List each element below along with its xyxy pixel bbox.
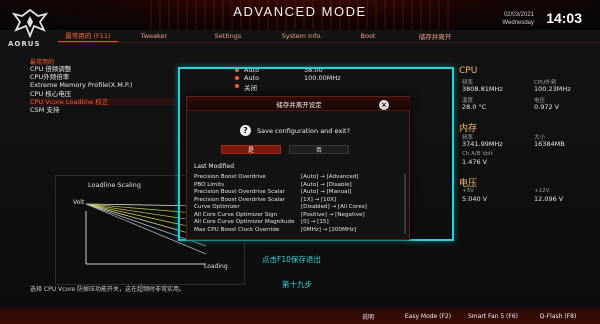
save-exit-dialog: 储存并离开设定 × ? Save configuration and exit?… xyxy=(186,96,411,240)
cpu-volt-label: 电压 xyxy=(534,98,546,104)
smart-fan-button[interactable]: Smart Fan 5 (F6) xyxy=(462,310,524,322)
mem-ab-value: 1.476 V xyxy=(462,158,488,166)
list-item: All Core Curve Optimizer Magnitude [0] → … xyxy=(194,219,329,225)
mem-freq-label: 频率 xyxy=(462,135,474,141)
tab-boot[interactable]: Boot xyxy=(340,29,396,42)
dialog-question: Save configuration and exit? xyxy=(257,127,351,135)
list-item-loadline[interactable]: CPU Vcore Loadline 校正 xyxy=(30,97,175,106)
weekday-text: Wednesday xyxy=(502,20,534,26)
last-modified-heading: Last Modified xyxy=(194,163,235,170)
cpu-temp-label: 温度 xyxy=(462,98,474,104)
tab-save-exit[interactable]: 储存并离开 xyxy=(400,29,470,42)
close-icon[interactable]: × xyxy=(379,100,389,110)
cpu-volt-value: 0.972 V xyxy=(534,103,560,111)
mem-row-1: 频率 3741.99MHz 大小 16384MB xyxy=(459,133,600,151)
graph-ylabel: Volt xyxy=(73,199,85,206)
yes-button[interactable]: 是 xyxy=(221,145,281,154)
caption-step: 第十九步 xyxy=(282,280,312,289)
date-display: 02/03/2021 Wednesday xyxy=(502,11,534,27)
list-item: PBO Limits [Auto] → [Disable] xyxy=(194,181,352,188)
cpu-bclk-label: CPU外频 xyxy=(534,80,557,86)
cpu-row-2: 温度 28.0 °C 电压 0.972 V xyxy=(459,96,600,121)
mem-row-2: Ch A/B Volt 1.476 V xyxy=(459,151,600,176)
cpu-row-1: 频率 3808.81MHz CPU外频 100.23MHz xyxy=(459,78,600,96)
tab-favorites[interactable]: 最常用的 (F11) xyxy=(58,29,118,42)
dialog-scrollbar[interactable] xyxy=(404,174,406,234)
hardware-monitor: CPU 频率 3808.81MHz CPU外频 100.23MHz 温度 28.0 °… xyxy=(459,66,600,205)
qflash-button[interactable]: Q-Flash (F8) xyxy=(530,310,586,322)
question-icon: ? xyxy=(240,125,251,136)
voltage-heading: 电压 xyxy=(459,179,478,189)
list-item: Precision Boost Overdrive Scalar [1X] → [… xyxy=(194,196,337,203)
help-text: 选择 CPU Vcore 防掉压功能开关，这在超频时非常实用。 xyxy=(30,286,186,293)
tab-underline xyxy=(58,42,600,43)
p12-label: +12V xyxy=(534,188,550,194)
cpu-bclk-value: 100.23MHz xyxy=(534,85,571,93)
mem-size-label: 大小 xyxy=(534,135,546,141)
bios-screen: AORUS ADVANCED MODE 02/03/2021 Wednesday… xyxy=(0,0,600,324)
mode-title: ADVANCED MODE xyxy=(233,4,367,19)
dialog-title: 储存并离开设定 xyxy=(187,97,411,111)
aorus-eagle-icon xyxy=(11,8,49,39)
graph-title: Loadline Scaling xyxy=(88,181,141,189)
graph-xlabel: Loading xyxy=(204,263,228,270)
memory-heading: 内存 xyxy=(459,124,478,134)
cpu-heading: CPU xyxy=(459,66,478,76)
section-heading: 最常用的 xyxy=(30,59,55,66)
mem-freq-value: 3741.99MHz xyxy=(462,140,503,148)
list-item: Precision Boost Overdrive Scalar [Auto] →… xyxy=(194,189,352,195)
help-button[interactable]: 说明 xyxy=(348,310,388,322)
mem-ab-label: Ch A/B Volt xyxy=(462,151,493,157)
no-button[interactable]: 否 xyxy=(289,145,349,154)
logo-text: AORUS xyxy=(8,40,41,48)
p5-value: 5.040 V xyxy=(462,195,488,203)
cpu-freq-label: 频率 xyxy=(462,80,474,86)
p5-label: +5V xyxy=(462,188,474,194)
caption-save: 点击F10保存退出 xyxy=(262,255,321,264)
mem-size-value: 16384MB xyxy=(534,140,565,148)
list-item: Precision Boost Overdrive [Auto] → [Advan… xyxy=(194,174,359,180)
list-item: All Core Curve Optimizer Sign [Positive] … xyxy=(194,211,365,218)
cpu-temp-value: 28.0 °C xyxy=(462,103,487,111)
clock: 14:03 xyxy=(546,10,582,26)
cpu-freq-value: 3808.81MHz xyxy=(462,85,503,93)
volt-row: +5V 5.040 V +12V 12.096 V xyxy=(459,188,600,205)
tab-tweaker[interactable]: Tweaker xyxy=(124,29,184,42)
tab-settings[interactable]: Settings xyxy=(198,29,258,42)
p12-value: 12.096 V xyxy=(534,195,564,203)
list-item: Max CPU Boost Clock Override [0MHz] → [20… xyxy=(194,226,357,233)
tab-bar: 最常用的 (F11) Tweaker Settings System Info.… xyxy=(58,29,600,42)
easy-mode-button[interactable]: Easy Mode (F2) xyxy=(400,310,456,322)
date-text: 02/03/2021 xyxy=(503,12,534,18)
tab-system-info[interactable]: System Info. xyxy=(272,29,332,42)
changes-list: Precision Boost Overdrive [Auto] → [Advan… xyxy=(194,174,409,239)
list-item: Curve Optimizer [Disabled] → [All Cores] xyxy=(194,204,367,210)
